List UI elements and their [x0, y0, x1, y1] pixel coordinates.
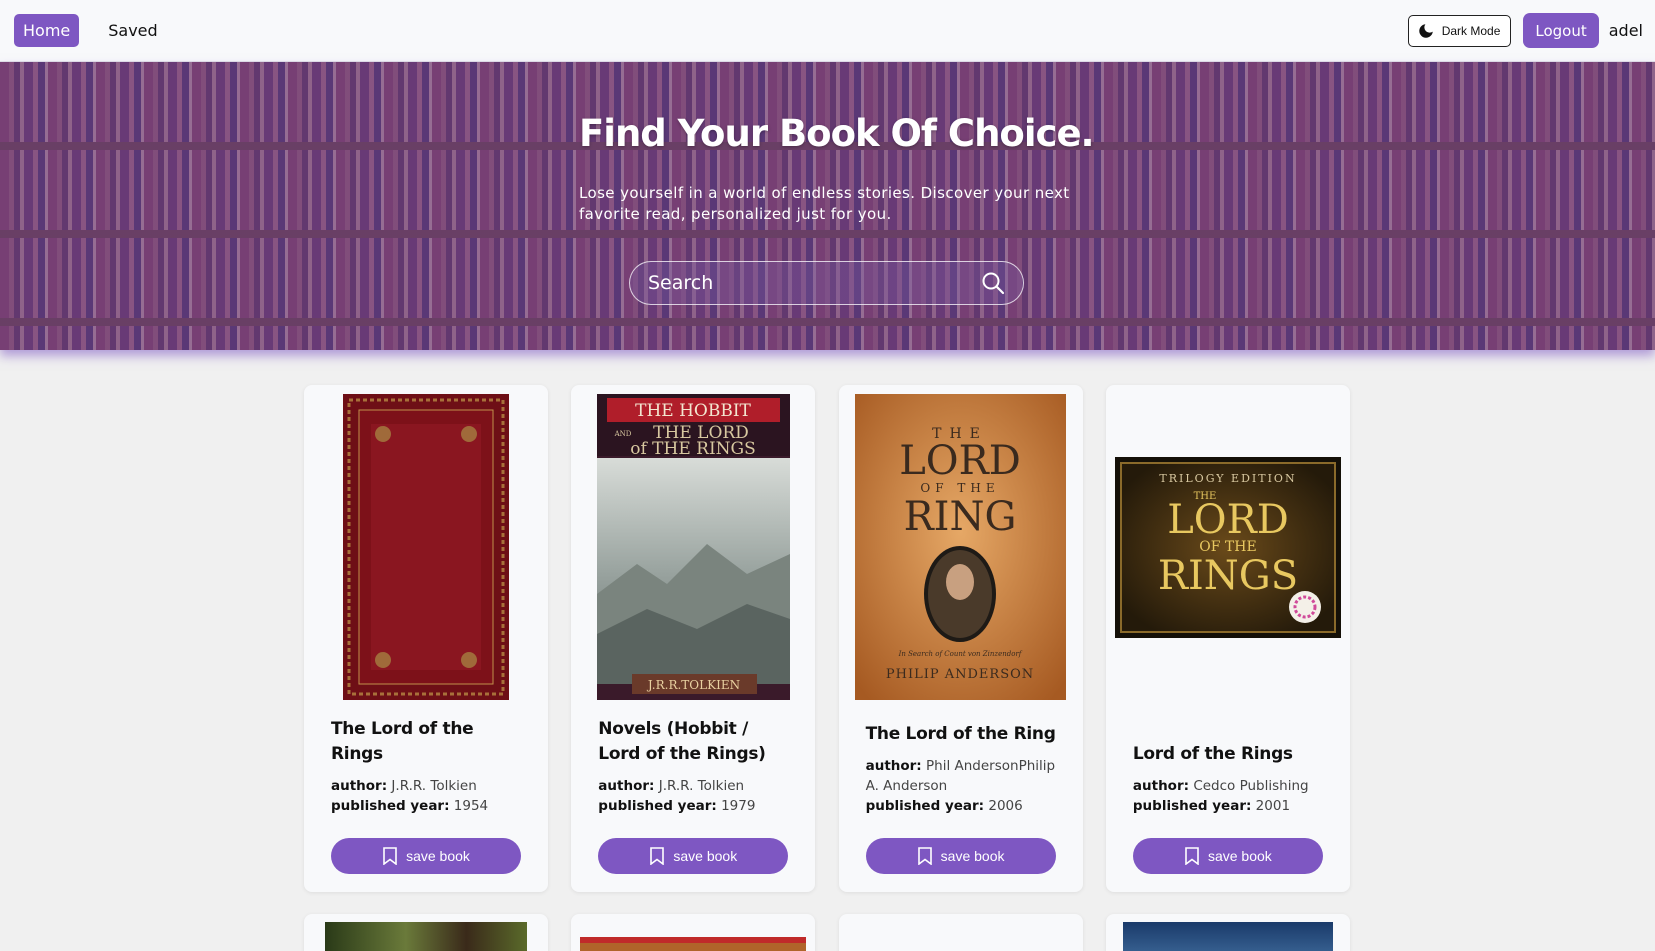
author-line: author: Phil AndersonPhilip A. Anderson: [866, 756, 1063, 796]
save-book-label: save book: [940, 848, 1005, 864]
book-title: Lord of the Rings: [1132, 744, 1293, 764]
save-book-label: save book: [673, 848, 738, 864]
hero-banner: Find Your Book Of Choice. Lose yourself …: [0, 62, 1655, 350]
moon-icon: [1418, 23, 1433, 38]
nav-saved-button[interactable]: Saved: [99, 14, 166, 47]
year-label: published year:: [865, 798, 985, 814]
book-year: 2001: [1255, 798, 1291, 814]
book-card: [838, 914, 1083, 951]
cover-text: RINGS: [1158, 553, 1298, 599]
book-meta: author: J.R.R. Tolkien published year: 1…: [331, 776, 528, 816]
cover-text: RING: [904, 494, 1017, 540]
year-label: published year:: [598, 798, 717, 814]
year-line: published year: 1954: [331, 796, 528, 816]
year-line: published year: 2001: [1133, 796, 1330, 816]
cover-text: AND: [613, 430, 631, 438]
card-body: The Lord of the Rings author: J.R.R. Tol…: [331, 717, 528, 816]
book-cover-image: THE HOBBIT AND THE LORD of THE RINGS J.R…: [596, 394, 790, 700]
card-body: Novels (Hobbit / Lord of the Rings) auth…: [598, 717, 795, 816]
save-book-button[interactable]: save book: [331, 838, 521, 874]
book-year: 1979: [721, 798, 756, 814]
dark-mode-toggle[interactable]: Dark Mode: [1407, 14, 1512, 47]
author-label: author:: [1132, 778, 1190, 794]
cover-area: [304, 394, 548, 700]
cover-text: LORD: [899, 438, 1021, 484]
search-input[interactable]: [648, 272, 981, 294]
cover-text: In Search of Count von Zinzendorf: [898, 650, 1023, 658]
save-book-button[interactable]: save book: [1132, 838, 1323, 874]
cover-area: THE LORD OF THE RING In Search of Count …: [839, 394, 1083, 700]
card-body: The Lord of the Ring author: Phil Anders…: [866, 722, 1063, 816]
book-meta: author: Cedco Publishing published year:…: [1133, 776, 1330, 816]
book-title: The Lord of the Rings: [331, 719, 474, 764]
book-author: J.R.R. Tolkien: [658, 778, 745, 794]
cover-text: J.R.R.TOLKIEN: [646, 678, 740, 692]
book-card: [571, 914, 816, 951]
nav-home-button[interactable]: Home: [14, 14, 80, 47]
username: adel: [1608, 21, 1643, 40]
book-title: Novels (Hobbit / Lord of the Rings): [598, 719, 766, 764]
hero-title: Find Your Book Of Choice.: [579, 112, 1095, 155]
book-card: [1105, 914, 1350, 951]
cover-area: TRILOGY EDITION THE LORD OF THE RINGS: [1106, 394, 1350, 700]
book-card: [304, 914, 548, 951]
book-meta: author: Phil AndersonPhilip A. Anderson …: [866, 756, 1063, 816]
nav-right: Dark Mode Logout adel: [1407, 13, 1643, 48]
book-year: 2006: [988, 798, 1023, 814]
bookmark-icon: [917, 847, 932, 865]
year-line: published year: 1979: [598, 796, 795, 816]
cover-text: of THE RINGS: [630, 439, 756, 459]
cover-area: THE HOBBIT AND THE LORD of THE RINGS J.R…: [571, 394, 815, 700]
book-cover-image: [1122, 922, 1333, 951]
author-line: author: J.R.R. Tolkien: [598, 776, 795, 796]
logout-button[interactable]: Logout: [1523, 13, 1599, 48]
hero-subtitle: Lose yourself in a world of endless stor…: [579, 184, 1070, 223]
cover-text: THE HOBBIT: [635, 401, 751, 421]
book-title: The Lord of the Ring: [865, 724, 1056, 744]
nav-left: Home Saved: [14, 14, 167, 47]
book-card: The Lord of the Rings author: J.R.R. Tol…: [304, 385, 548, 892]
search-bar: [629, 261, 1024, 305]
book-author: Cedco Publishing: [1193, 778, 1309, 794]
bookmark-icon: [383, 847, 397, 865]
bookmark-icon: [1185, 847, 1199, 865]
book-year: 1954: [453, 798, 489, 814]
cover-text: LORD: [1167, 497, 1289, 543]
book-cover-image: THE LORD OF THE RING In Search of Count …: [855, 394, 1067, 700]
save-book-label: save book: [406, 848, 470, 864]
cover-text: PHILIP ANDERSON: [886, 667, 1034, 682]
book-cover-image: TRILOGY EDITION THE LORD OF THE RINGS: [1114, 456, 1341, 638]
save-book-button[interactable]: save book: [865, 838, 1056, 874]
year-label: published year:: [1132, 798, 1252, 814]
book-grid: The Lord of the Rings author: J.R.R. Tol…: [304, 385, 1350, 951]
save-book-label: save book: [1207, 848, 1272, 864]
card-body: Lord of the Rings author: Cedco Publishi…: [1133, 742, 1330, 816]
year-label: published year:: [331, 798, 450, 814]
author-label: author:: [865, 758, 922, 774]
dark-mode-label: Dark Mode: [1441, 23, 1501, 38]
year-line: published year: 2006: [866, 796, 1063, 816]
author-line: author: J.R.R. Tolkien: [331, 776, 528, 796]
navbar: Home Saved Dark Mode Logout adel: [0, 0, 1655, 62]
book-card: TRILOGY EDITION THE LORD OF THE RINGS Lo…: [1105, 385, 1350, 892]
cover-text: OF THE: [920, 481, 999, 495]
book-card: THE HOBBIT AND THE LORD of THE RINGS J.R…: [571, 385, 816, 892]
book-cover-image: [343, 394, 509, 700]
save-book-button[interactable]: save book: [598, 838, 789, 874]
bookmark-icon: [650, 847, 665, 865]
book-card: THE LORD OF THE RING In Search of Count …: [838, 385, 1083, 892]
search-icon[interactable]: [981, 271, 1005, 295]
book-author: J.R.R. Tolkien: [391, 778, 477, 794]
cover-text: TRILOGY EDITION: [1159, 472, 1296, 485]
hero-text: Find Your Book Of Choice. Lose yourself …: [579, 112, 1099, 225]
book-cover-image: [580, 937, 807, 951]
author-label: author:: [331, 778, 388, 794]
book-meta: author: J.R.R. Tolkien published year: 1…: [598, 776, 795, 816]
author-label: author:: [598, 778, 655, 794]
author-line: author: Cedco Publishing: [1133, 776, 1330, 796]
book-cover-image: [325, 922, 527, 951]
